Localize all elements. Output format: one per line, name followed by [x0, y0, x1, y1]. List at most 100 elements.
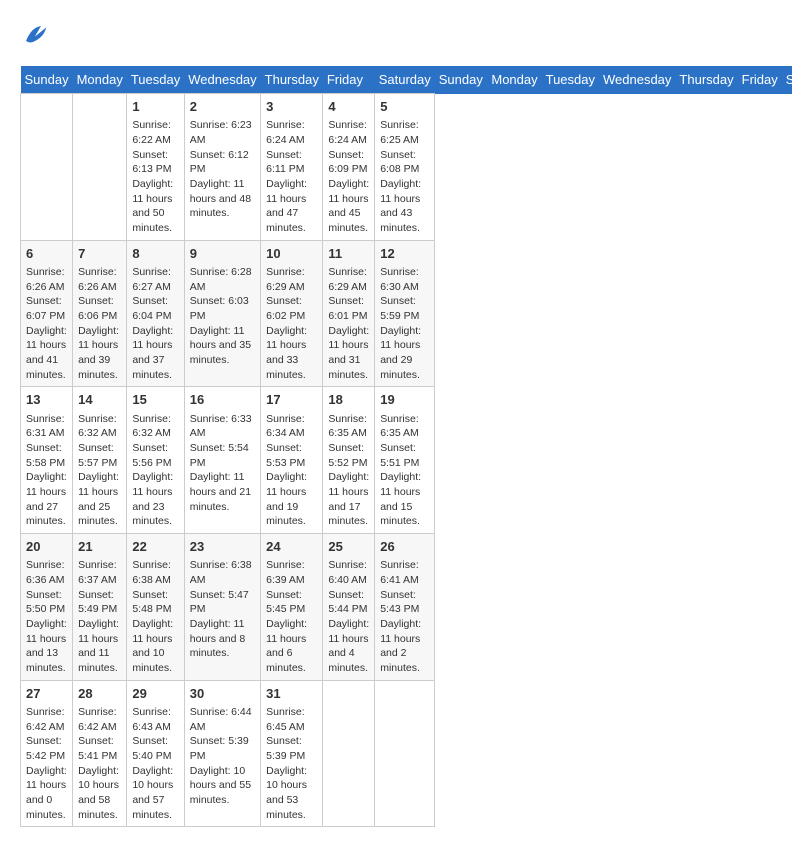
- sunrise-text: Sunrise: 6:35 AM: [328, 413, 367, 440]
- sunset-text: Sunset: 5:51 PM: [380, 442, 419, 469]
- day-number: 27: [26, 685, 67, 703]
- day-number: 28: [78, 685, 121, 703]
- daylight-text: Daylight: 11 hours and 31 minutes.: [328, 325, 369, 381]
- day-number: 10: [266, 245, 317, 263]
- daylight-text: Daylight: 11 hours and 45 minutes.: [328, 178, 369, 234]
- col-header-sunday: Sunday: [21, 66, 73, 94]
- col-header-monday: Monday: [73, 66, 127, 94]
- sunset-text: Sunset: 5:49 PM: [78, 589, 117, 616]
- calendar-week-row: 13Sunrise: 6:31 AMSunset: 5:58 PMDayligh…: [21, 387, 792, 534]
- calendar-week-row: 27 Sunrise: 6:42 AM Sunset: 5:42 PM Dayligh…: [21, 680, 792, 827]
- day-number: 14: [78, 391, 121, 409]
- calendar-cell: 6Sunrise: 6:26 AMSunset: 6:07 PMDaylight…: [21, 240, 73, 387]
- daylight-text: Daylight: 10 hours and 57 minutes.: [132, 765, 173, 821]
- sunset-text: Sunset: 5:41 PM: [78, 735, 117, 762]
- calendar-cell: 17Sunrise: 6:34 AMSunset: 5:53 PMDayligh…: [261, 387, 323, 534]
- sunset-text: Sunset: 6:12 PM: [190, 149, 249, 176]
- sunset-text: Sunset: 5:42 PM: [26, 735, 65, 762]
- daylight-text: Daylight: 11 hours and 21 minutes.: [190, 471, 251, 512]
- daylight-text: Daylight: 11 hours and 17 minutes.: [328, 471, 369, 527]
- page-header: [20, 20, 772, 50]
- sunset-text: Sunset: 5:40 PM: [132, 735, 171, 762]
- col-header-tuesday: Tuesday: [542, 66, 599, 94]
- calendar-cell: 3Sunrise: 6:24 AMSunset: 6:11 PMDaylight…: [261, 94, 323, 241]
- sunrise-text: Sunrise: 6:23 AM: [190, 119, 252, 146]
- calendar-cell: 18Sunrise: 6:35 AMSunset: 5:52 PMDayligh…: [323, 387, 375, 534]
- day-number: 13: [26, 391, 67, 409]
- col-header-thursday: Thursday: [261, 66, 323, 94]
- calendar-cell: 30Sunrise: 6:44 AMSunset: 5:39 PMDayligh…: [184, 680, 260, 827]
- day-number: 23: [190, 538, 255, 556]
- sunset-text: Sunset: 6:08 PM: [380, 149, 419, 176]
- day-number: 22: [132, 538, 178, 556]
- sunset-text: Sunset: 5:48 PM: [132, 589, 171, 616]
- sunrise-text: Sunrise: 6:32 AM: [132, 413, 171, 440]
- sunrise-text: Sunrise: 6:30 AM: [380, 266, 419, 293]
- daylight-text: Daylight: 11 hours and 4 minutes.: [328, 618, 369, 674]
- daylight-text: Daylight: 11 hours and 6 minutes.: [266, 618, 307, 674]
- sunrise-text: Sunrise: 6:22 AM: [132, 119, 171, 146]
- day-number: 18: [328, 391, 369, 409]
- daylight-text: Daylight: 11 hours and 27 minutes.: [26, 471, 67, 527]
- sunset-text: Sunset: 5:56 PM: [132, 442, 171, 469]
- day-number: 8: [132, 245, 178, 263]
- calendar-cell: 28Sunrise: 6:42 AMSunset: 5:41 PMDayligh…: [73, 680, 127, 827]
- calendar-cell: 20Sunrise: 6:36 AMSunset: 5:50 PMDayligh…: [21, 534, 73, 681]
- day-number: 11: [328, 245, 369, 263]
- daylight-text: Daylight: 11 hours and 13 minutes.: [26, 618, 67, 674]
- sunrise-text: Sunrise: 6:26 AM: [26, 266, 65, 293]
- sunset-text: Sunset: 6:04 PM: [132, 295, 171, 322]
- sunrise-text: Sunrise: 6:41 AM: [380, 559, 419, 586]
- calendar-cell: 27Sunrise: 6:42 AMSunset: 5:42 PMDayligh…: [21, 680, 73, 827]
- daylight-text: Daylight: 11 hours and 48 minutes.: [190, 178, 251, 219]
- col-header-saturday: Saturday: [375, 66, 435, 94]
- calendar-cell: 9Sunrise: 6:28 AMSunset: 6:03 PMDaylight…: [184, 240, 260, 387]
- sunset-text: Sunset: 5:54 PM: [190, 442, 249, 469]
- calendar-cell: [323, 680, 375, 827]
- sunrise-text: Sunrise: 6:25 AM: [380, 119, 419, 146]
- col-header-sunday: Sunday: [435, 66, 488, 94]
- sunset-text: Sunset: 5:47 PM: [190, 589, 249, 616]
- day-number: 30: [190, 685, 255, 703]
- calendar-cell: [21, 94, 73, 241]
- sunset-text: Sunset: 5:53 PM: [266, 442, 305, 469]
- sunrise-text: Sunrise: 6:39 AM: [266, 559, 305, 586]
- sunset-text: Sunset: 6:01 PM: [328, 295, 367, 322]
- day-number: 3: [266, 98, 317, 116]
- day-number: 7: [78, 245, 121, 263]
- sunset-text: Sunset: 6:13 PM: [132, 149, 171, 176]
- day-number: 5: [380, 98, 429, 116]
- calendar-cell: 4Sunrise: 6:24 AMSunset: 6:09 PMDaylight…: [323, 94, 375, 241]
- sunrise-text: Sunrise: 6:27 AM: [132, 266, 171, 293]
- sunrise-text: Sunrise: 6:33 AM: [190, 413, 252, 440]
- sunset-text: Sunset: 5:50 PM: [26, 589, 65, 616]
- sunset-text: Sunset: 5:43 PM: [380, 589, 419, 616]
- day-number: 2: [190, 98, 255, 116]
- sunrise-text: Sunrise: 6:38 AM: [132, 559, 171, 586]
- col-header-wednesday: Wednesday: [599, 66, 675, 94]
- col-header-thursday: Thursday: [675, 66, 737, 94]
- day-number: 17: [266, 391, 317, 409]
- calendar-cell: 14Sunrise: 6:32 AMSunset: 5:57 PMDayligh…: [73, 387, 127, 534]
- calendar-cell: 2 Sunrise: 6:23 AM Sunset: 6:12 PMDaylight…: [184, 94, 260, 241]
- sunrise-text: Sunrise: 6:26 AM: [78, 266, 117, 293]
- calendar-cell: 7Sunrise: 6:26 AMSunset: 6:06 PMDaylight…: [73, 240, 127, 387]
- sunset-text: Sunset: 5:44 PM: [328, 589, 367, 616]
- calendar-cell: 16 Sunrise: 6:33 AMSunset: 5:54 PMDayligh…: [184, 387, 260, 534]
- sunrise-text: Sunrise: 6:44 AM: [190, 706, 252, 733]
- sunrise-text: Sunrise: 6:29 AM: [266, 266, 305, 293]
- day-number: 31: [266, 685, 317, 703]
- daylight-text: Daylight: 11 hours and 33 minutes.: [266, 325, 307, 381]
- day-number: 29: [132, 685, 178, 703]
- calendar-week-row: 6Sunrise: 6:26 AMSunset: 6:07 PMDaylight…: [21, 240, 792, 387]
- day-number: 21: [78, 538, 121, 556]
- sunrise-text: Sunrise: 6:24 AM: [328, 119, 367, 146]
- logo-bird-icon: [20, 20, 50, 50]
- daylight-text: Daylight: 11 hours and 35 minutes.: [190, 325, 251, 366]
- day-number: 16: [190, 391, 255, 409]
- sunset-text: Sunset: 6:07 PM: [26, 295, 65, 322]
- calendar-cell: 15Sunrise: 6:32 AMSunset: 5:56 PMDayligh…: [127, 387, 184, 534]
- sunrise-text: Sunrise: 6:42 AM: [78, 706, 117, 733]
- day-number: 4: [328, 98, 369, 116]
- daylight-text: Daylight: 11 hours and 15 minutes.: [380, 471, 421, 527]
